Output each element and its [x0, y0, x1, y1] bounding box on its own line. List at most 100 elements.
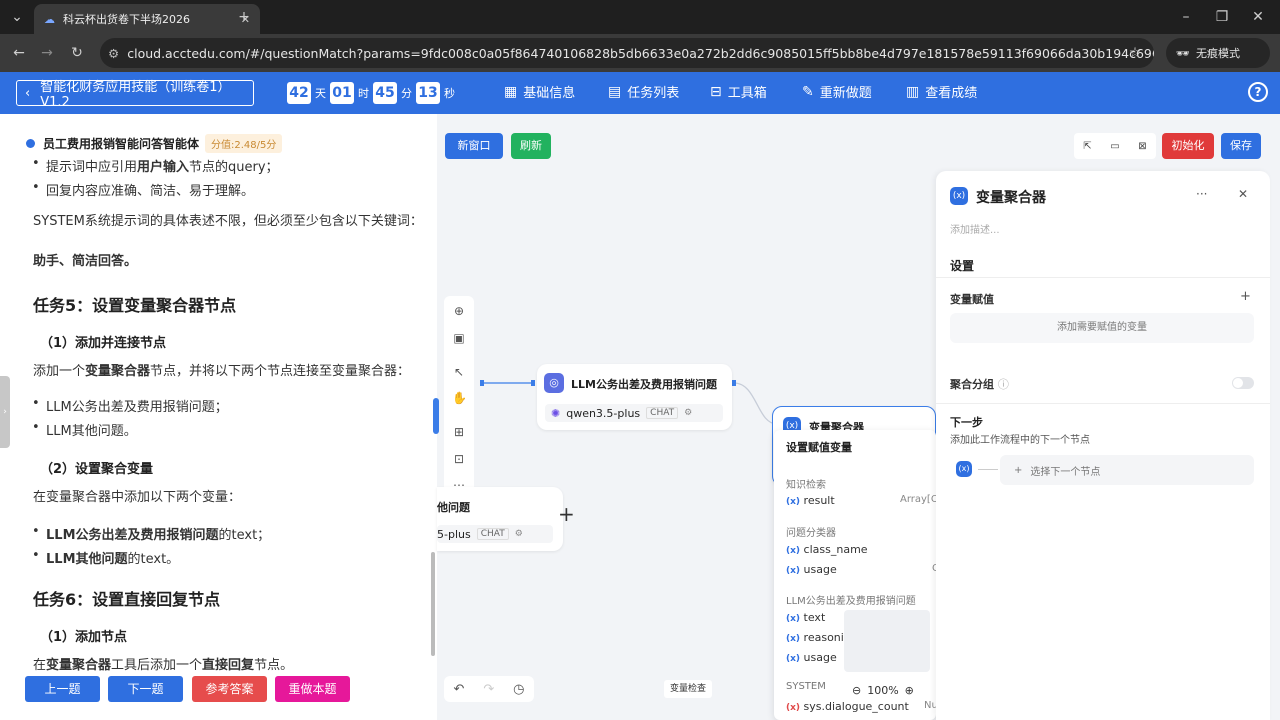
- var-option[interactable]: (x) class_nameStr: [786, 543, 936, 556]
- dropdown-title: 设置赋值变量: [786, 441, 852, 454]
- timer-minutes: 45: [373, 82, 397, 104]
- reference-answer-button[interactable]: 参考答案: [192, 676, 267, 702]
- list-item: LLM其他问题的text。: [32, 548, 179, 567]
- next-step-desc: 添加此工作流程中的下一个节点: [950, 435, 1090, 446]
- report-icon: ▥: [906, 83, 920, 100]
- nav-label: 基础信息: [523, 86, 576, 101]
- connector-line: [978, 469, 998, 470]
- node-model: ✺ qwen3.5-plus CHAT ⚙: [545, 404, 723, 422]
- variable-picker-dropdown: 设置赋值变量 知识检索 (x) resultArray[Obj 问题分类器 (x…: [774, 430, 936, 720]
- next-question-button[interactable]: 下一题: [108, 676, 183, 702]
- close-window-icon[interactable]: ✕: [1248, 2, 1268, 32]
- reload-icon[interactable]: ↻: [68, 38, 86, 68]
- next-step-title: 下一步: [950, 416, 983, 429]
- score-badge: 分值:2.48/5分: [205, 134, 283, 153]
- restore-icon[interactable]: ❐: [1212, 2, 1232, 32]
- back-icon[interactable]: ←: [10, 38, 28, 68]
- llm-node-icon: ◎: [544, 373, 564, 393]
- nav-redo[interactable]: ✎ 重新做题: [802, 82, 872, 102]
- initialize-button[interactable]: 初始化: [1162, 133, 1214, 159]
- plus-icon: +: [1014, 464, 1023, 476]
- llm-node-other[interactable]: 他问题 5-plus CHAT ⚙: [437, 487, 563, 551]
- tab-title: 科云杯出货卷下半场2026: [63, 13, 190, 26]
- minimize-icon[interactable]: –: [1176, 2, 1196, 32]
- canvas-toolbar: ⇱ ▭ ⊠: [1074, 133, 1156, 159]
- var-assign-label: 变量赋值: [950, 293, 994, 306]
- node-title: LLM公务出差及费用报销问题: [571, 378, 717, 391]
- nav-basic-info[interactable]: ▦ 基础信息: [504, 82, 576, 102]
- timer-days-unit: 天: [315, 87, 326, 100]
- var-option[interactable]: (x) sys.dialogue_countNumber: [786, 700, 936, 713]
- history-icon[interactable]: ◷: [513, 682, 524, 697]
- edge-handle[interactable]: [732, 380, 736, 386]
- zoom-level: 100%: [867, 683, 899, 697]
- timer-seconds-unit: 秒: [444, 87, 455, 100]
- add-variable-placeholder[interactable]: 添加需要赋值的变量: [950, 313, 1254, 343]
- export-icon[interactable]: ⇱: [1083, 141, 1091, 152]
- new-tab-icon[interactable]: +: [234, 2, 254, 32]
- list-item: LLM公务出差及费用报销问题；: [32, 396, 228, 415]
- task6-heading: 任务6：设置直接回复节点: [33, 590, 221, 609]
- list-item: 提示词中应引用用户输入节点的query；: [32, 156, 279, 175]
- incognito-indicator[interactable]: 🕶 无痕模式: [1166, 38, 1270, 68]
- divider: [936, 277, 1270, 278]
- variable-inspect-button[interactable]: 变量检查: [664, 680, 712, 698]
- aggregation-group-label: 聚合分组 ⓘ: [950, 378, 1009, 391]
- prev-question-button[interactable]: 上一题: [25, 676, 100, 702]
- nav-task-list[interactable]: ▤ 任务列表: [608, 82, 680, 102]
- save-button[interactable]: 保存: [1221, 133, 1261, 159]
- list-item: 回复内容应准确、简洁、易于理解。: [32, 180, 254, 199]
- bookmark-star-icon[interactable]: ☆: [1126, 38, 1144, 68]
- var-group-label: SYSTEM: [786, 681, 826, 692]
- llm-node-business-travel[interactable]: ◎ LLM公务出差及费用报销问题 ✺ qwen3.5-plus CHAT ⚙: [537, 364, 732, 430]
- add-variable-icon[interactable]: +: [1240, 289, 1251, 304]
- question-title: 员工费用报销智能问答智能体: [43, 137, 200, 151]
- nav-label: 工具箱: [727, 86, 767, 101]
- env-icon[interactable]: ▭: [1110, 141, 1119, 152]
- scrollbar-thumb[interactable]: [431, 552, 435, 656]
- zoom-in-icon[interactable]: ⊕: [905, 684, 914, 697]
- edge-handle[interactable]: [480, 380, 484, 386]
- sidebar-collapse-handle[interactable]: ›: [0, 376, 10, 448]
- zoom-out-icon[interactable]: ⊖: [852, 684, 861, 697]
- aggregation-group-toggle[interactable]: [1232, 377, 1254, 389]
- browser-tab[interactable]: ☁ 科云杯出货卷下半场2026 ✕: [34, 4, 260, 34]
- description-input[interactable]: 添加描述...: [950, 221, 1000, 236]
- forward-icon[interactable]: →: [38, 38, 56, 68]
- model-settings-icon: ⚙: [514, 529, 523, 539]
- list-item: LLM公务出差及费用报销问题的text；: [32, 524, 270, 543]
- var-option[interactable]: (x) usageObj: [786, 563, 936, 576]
- site-info-icon[interactable]: ⚙: [108, 46, 119, 61]
- nav-label: 任务列表: [627, 86, 680, 101]
- panel-title[interactable]: 变量聚合器: [976, 187, 1046, 207]
- minimap[interactable]: [844, 610, 930, 672]
- task5-paragraph2: 在变量聚合器中添加以下两个变量：: [33, 490, 242, 505]
- help-icon[interactable]: ?: [1248, 82, 1268, 102]
- select-next-node-button[interactable]: + 选择下一个节点: [1000, 455, 1254, 485]
- model-icon: ✺: [551, 406, 561, 420]
- task6-sub1: （1）添加节点: [40, 630, 128, 645]
- nav-label: 重新做题: [819, 86, 872, 101]
- redo-icon[interactable]: ↷: [483, 682, 494, 697]
- task6-paragraph: 在变量聚合器工具后添加一个直接回复节点。: [33, 658, 294, 673]
- redo-question-button[interactable]: 重做本题: [275, 676, 350, 702]
- nav-view-score[interactable]: ▥ 查看成绩: [906, 82, 977, 102]
- var-group-label: LLM公务出差及费用报销问题: [786, 596, 916, 607]
- node-model: 5-plus CHAT ⚙: [437, 525, 553, 543]
- nav-toolbox[interactable]: ⊟ 工具箱: [710, 82, 767, 102]
- timer-hours-unit: 时: [358, 87, 369, 100]
- close-box-icon[interactable]: ⊠: [1138, 141, 1146, 152]
- var-option[interactable]: (x) resultArray[Obj: [786, 494, 936, 507]
- more-options-icon[interactable]: ···: [1196, 187, 1207, 201]
- node-title: 他问题: [437, 501, 470, 514]
- question-header: 员工费用报销智能问答智能体 分值:2.48/5分: [26, 134, 283, 153]
- edit-doc-icon: ✎: [802, 83, 814, 100]
- tab-search-icon[interactable]: ⌄: [6, 2, 28, 32]
- edge-handle[interactable]: [531, 380, 535, 386]
- site-favicon-icon: ☁: [44, 12, 55, 26]
- back-to-exam-button[interactable]: ‹ 智能化财务应用技能（训练卷1）V1.2: [16, 80, 254, 110]
- address-bar[interactable]: ⚙ cloud.acctedu.com/#/questionMatch?para…: [100, 38, 1154, 68]
- undo-icon[interactable]: ↶: [453, 682, 464, 697]
- incognito-label: 无痕模式: [1195, 47, 1240, 60]
- close-panel-icon[interactable]: ✕: [1238, 187, 1248, 201]
